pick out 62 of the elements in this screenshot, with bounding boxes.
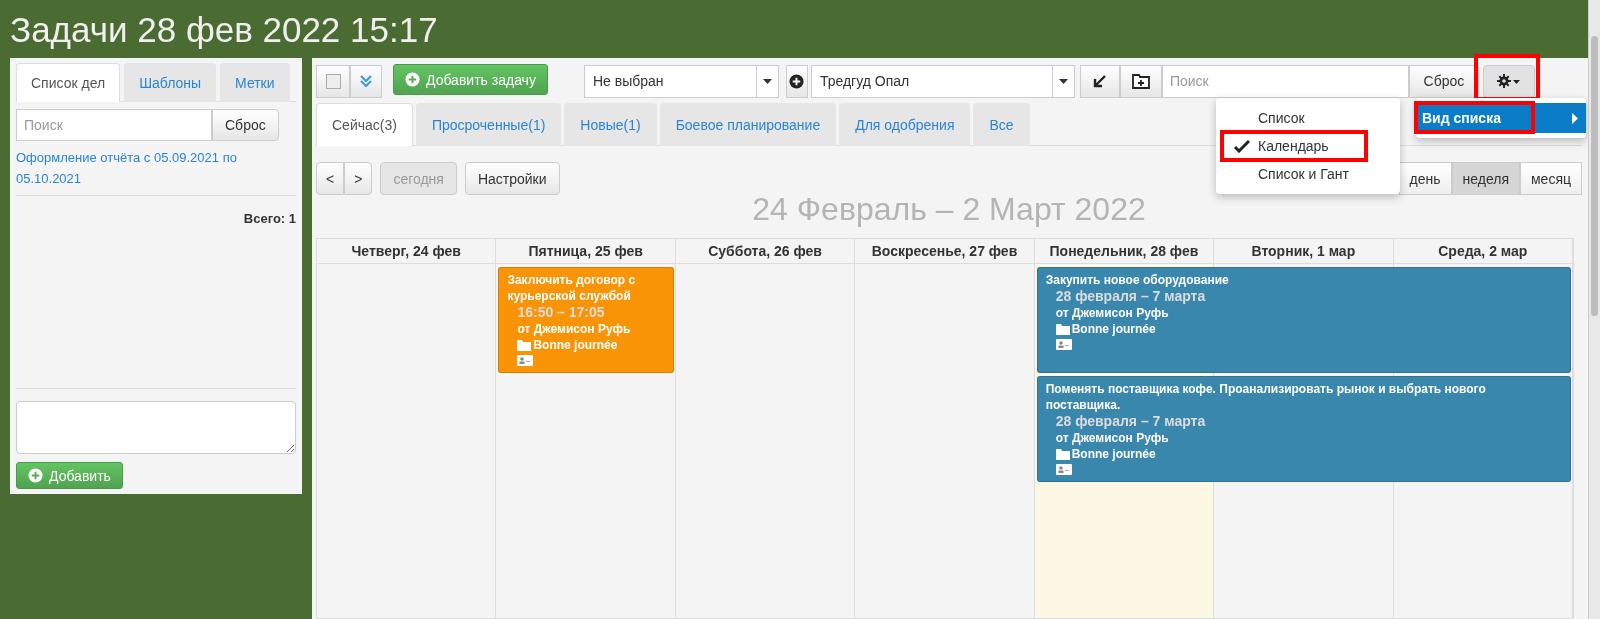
submenu-item[interactable]: Список: [1258, 110, 1305, 126]
caret-right-icon: [1572, 112, 1578, 124]
import-button[interactable]: [1079, 64, 1120, 98]
settings-icon: [1496, 74, 1521, 88]
id-card-icon: [1055, 464, 1072, 475]
plus-circle-icon: [789, 73, 805, 89]
id-card-icon: [1055, 339, 1072, 350]
caret-icon: [1058, 78, 1068, 84]
event-time: 16:50 – 17:05: [516, 304, 605, 321]
filter-select[interactable]: Не выбран: [583, 64, 779, 98]
event-project: Bonne journée: [1071, 321, 1156, 337]
tab[interactable]: Сейчас(3): [316, 103, 413, 146]
folder-icon: [1055, 448, 1070, 460]
plus-circle-icon: [28, 468, 43, 483]
settings-button[interactable]: Настройки: [464, 162, 560, 195]
text-area[interactable]: [16, 401, 296, 454]
calendar-event[interactable]: Закупить новое оборудование 28 февраля – 7 марта от Джемисон Руфь Bonne journée: [1036, 267, 1571, 373]
view-button[interactable]: день: [1398, 162, 1452, 195]
event-time: 28 февраля – 7 марта: [1054, 413, 1206, 430]
new-folder-button[interactable]: [1119, 64, 1162, 98]
event-title: Заключить договор с курьерской службой: [507, 272, 637, 304]
select-all-button[interactable]: [316, 64, 350, 98]
folder-plus-icon: [1131, 73, 1150, 89]
calendar-event[interactable]: Поменять поставщика кофе. Проанализировать рынок и выбрать нового поставщика. 28 февраля – 7 марта от Джемисон Руфь Bonne journée: [1036, 376, 1571, 482]
plus-circle-icon: [405, 72, 420, 87]
total-count: Всего: 1: [242, 211, 296, 226]
task-link[interactable]: Оформление отчёта с 05.09.2021 по 05.10.2021: [16, 147, 296, 196]
caret-icon: [762, 78, 772, 84]
settings-button[interactable]: [1482, 64, 1535, 98]
event-author: от Джемисон Руфь: [517, 321, 631, 337]
expand-button[interactable]: [350, 64, 382, 98]
event-title: Поменять поставщика кофе. Проанализировать рынок и выбрать нового поставщика.: [1045, 381, 1487, 413]
search-field[interactable]: Поиск: [16, 109, 212, 141]
event-time: 28 февраля – 7 марта: [1054, 288, 1206, 305]
event-project: Bonne journée: [533, 337, 618, 353]
folder-icon: [517, 339, 532, 351]
id-card-icon: [517, 355, 534, 366]
menu-item[interactable]: Вид списка: [1416, 103, 1586, 133]
folder-icon: [1055, 323, 1070, 335]
event-title: Закупить новое оборудование: [1045, 272, 1229, 288]
date-range-title: 24 Февраль – 2 Март 2022: [752, 191, 1146, 229]
reset-button[interactable]: Сброс: [1408, 64, 1479, 98]
add-user-button[interactable]: [785, 64, 808, 98]
event-project: Bonne journée: [1071, 446, 1156, 462]
sidebar-tab[interactable]: Список дел: [16, 63, 121, 102]
submenu-item[interactable]: Список и Гант: [1258, 166, 1349, 182]
prev-button[interactable]: <: [316, 162, 345, 195]
submenu-item[interactable]: Календарь: [1258, 138, 1329, 154]
page-title: Задачи 28 фев 2022 15:17: [9, 9, 439, 51]
check-icon: [1234, 139, 1250, 153]
arrow-down-left-icon: [1092, 74, 1107, 88]
event-author: от Джемисон Руфь: [1055, 430, 1169, 446]
view-button[interactable]: неделя: [1451, 162, 1520, 195]
checkbox[interactable]: [325, 73, 341, 89]
search-field[interactable]: Поиск: [1161, 64, 1409, 98]
chevrons-down-icon: [359, 74, 373, 88]
scrollbar[interactable]: [1588, 0, 1600, 619]
user-select[interactable]: Тредгуд Опал: [810, 64, 1075, 98]
reset-button[interactable]: Сброс: [212, 109, 279, 141]
view-button[interactable]: месяц: [1520, 162, 1582, 195]
next-button[interactable]: >: [344, 162, 373, 195]
event-author: от Джемисон Руфь: [1055, 305, 1169, 321]
